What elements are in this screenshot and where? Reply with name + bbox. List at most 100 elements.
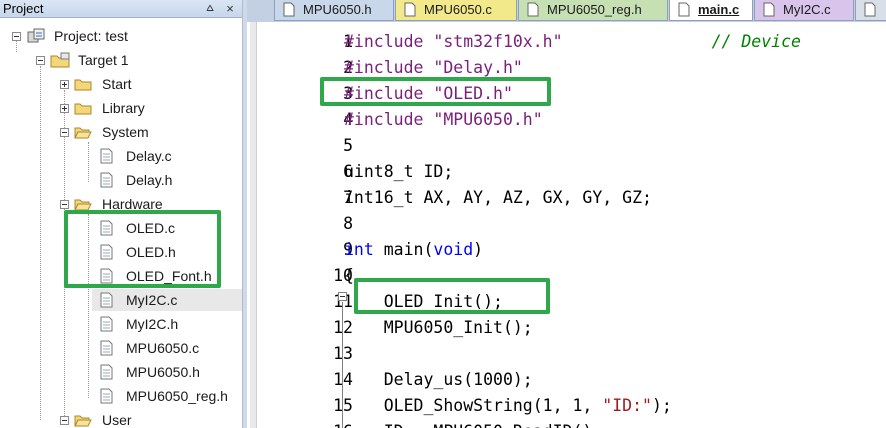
- tab-overflow[interactable]: [855, 0, 886, 21]
- tree-file[interactable]: MPU6050.h: [0, 361, 242, 383]
- tree-file[interactable]: OLED.h: [0, 241, 242, 263]
- file-icon: [100, 268, 113, 284]
- fold-guide: [342, 302, 343, 428]
- code-token: #include: [344, 84, 434, 103]
- tab-mpu6050-c[interactable]: MPU6050.c: [395, 0, 517, 21]
- code-line[interactable]: 9 int main(void): [247, 237, 886, 263]
- tab-main-c[interactable]: main.c: [669, 0, 753, 21]
- tree-group-hardware[interactable]: Hardware: [0, 193, 242, 215]
- collapse-icon[interactable]: [60, 200, 69, 209]
- tree-file-label: OLED.h: [126, 244, 176, 260]
- tree-file-label: MPU6050.h: [126, 364, 200, 380]
- tab-label: MyI2C.c: [783, 2, 831, 17]
- code-line[interactable]: 5: [247, 133, 886, 159]
- code-line[interactable]: 7 int16_t AX, AY, AZ, GX, GY, GZ;: [247, 185, 886, 211]
- tree-file-label: Delay.c: [126, 148, 172, 164]
- tree-group-label: Start: [102, 76, 132, 92]
- code-editor[interactable]: 1 #include "stm32f10x.h" // Device 2 #inclu…: [247, 22, 886, 428]
- fold-collapse-icon[interactable]: [338, 292, 347, 301]
- tree-file-selected[interactable]: MyI2C.c: [92, 289, 242, 311]
- file-icon: [100, 244, 113, 260]
- code-token: OLED_ShowString(1, 1,: [344, 396, 603, 415]
- file-icon: [527, 2, 539, 17]
- pin-icon[interactable]: ⩟: [203, 0, 217, 17]
- tab-label: main.c: [698, 2, 740, 17]
- tab-mpu6050-h[interactable]: MPU6050.h: [274, 0, 394, 21]
- tree-file-label: MPU6050_reg.h: [126, 388, 228, 404]
- code-text: OLED_Init();: [344, 289, 503, 315]
- expand-icon[interactable]: [60, 80, 69, 89]
- tree-target-label: Target 1: [78, 52, 129, 68]
- open-folder-icon: [74, 415, 92, 427]
- tree-root-label: Project: test: [54, 28, 128, 44]
- tab-bar: MPU6050.h MPU6050.c MPU6050_reg.h main.c…: [247, 0, 886, 22]
- code-line[interactable]: 3 #include "OLED.h": [247, 81, 886, 107]
- code-line[interactable]: 4 #include "MPU6050.h": [247, 107, 886, 133]
- file-icon: [100, 292, 113, 308]
- code-text: #include "OLED.h": [344, 81, 513, 107]
- code-line[interactable]: 1 #include "stm32f10x.h" // Device: [247, 29, 886, 55]
- code-token: );: [651, 396, 672, 415]
- code-line[interactable]: 8: [247, 211, 886, 237]
- tree-group-library[interactable]: Library: [0, 97, 242, 119]
- tree-group-label: System: [102, 124, 149, 140]
- tree-file[interactable]: MPU6050.c: [0, 337, 242, 359]
- code-token: ID = MPU6050_ReadID();: [344, 422, 603, 428]
- file-icon: [100, 316, 113, 332]
- folder-icon: [74, 103, 92, 115]
- tree-file[interactable]: OLED.c: [0, 217, 242, 239]
- code-text: int16_t AX, AY, AZ, GX, GY, GZ;: [344, 185, 652, 211]
- code-line[interactable]: 10{: [247, 263, 886, 289]
- collapse-icon[interactable]: [12, 32, 21, 41]
- collapse-icon[interactable]: [36, 56, 45, 65]
- code-token: // Device: [711, 32, 801, 51]
- code-token: "Delay.h": [433, 58, 523, 77]
- code-text: #include "Delay.h": [344, 55, 523, 81]
- tree-group-start[interactable]: Start: [0, 73, 242, 95]
- folder-icon: [74, 79, 92, 91]
- code-text: uint8_t ID;: [344, 159, 453, 185]
- file-icon: [678, 2, 690, 17]
- tree-file-label: OLED_Font.h: [126, 268, 212, 284]
- code-line[interactable]: 6 uint8_t ID;: [247, 159, 886, 185]
- code-token: "stm32f10x.h": [433, 32, 563, 51]
- code-token: #include: [344, 110, 434, 129]
- tree-group-label: User: [102, 412, 132, 428]
- code-text: #include "stm32f10x.h" // Device: [344, 29, 801, 55]
- close-icon[interactable]: ×: [222, 1, 238, 16]
- tree-target[interactable]: Target 1: [0, 49, 242, 71]
- tab-myi2c-c[interactable]: MyI2C.c: [754, 0, 854, 21]
- file-icon: [404, 2, 416, 17]
- file-icon: [100, 172, 113, 188]
- tree-group-system[interactable]: System: [0, 121, 242, 143]
- code-token: #include: [344, 58, 434, 77]
- code-text: OLED_ShowString(1, 1, "ID:");: [344, 393, 672, 419]
- line-number: 8: [343, 214, 353, 233]
- tree-file[interactable]: Delay.h: [0, 169, 242, 191]
- tree-group-label: Hardware: [102, 196, 163, 212]
- file-icon: [100, 148, 113, 164]
- collapse-icon[interactable]: [60, 128, 69, 137]
- tab-label: MPU6050.c: [424, 2, 492, 17]
- project-panel-header: Project ⩟ ×: [0, 0, 242, 18]
- tree-file[interactable]: OLED_Font.h: [0, 265, 242, 287]
- tree-root[interactable]: Project: test: [0, 25, 242, 47]
- collapse-icon[interactable]: [60, 416, 69, 425]
- code-text: MPU6050_Init();: [344, 315, 533, 341]
- tree-file[interactable]: MyI2C.h: [0, 313, 242, 335]
- line-number: 13: [333, 344, 353, 363]
- code-token: void: [433, 240, 474, 259]
- tab-mpu6050-reg-h[interactable]: MPU6050_reg.h: [518, 0, 668, 21]
- code-line[interactable]: 2 #include "Delay.h": [247, 55, 886, 81]
- code-token: "ID:": [602, 396, 652, 415]
- code-token: int16_t AX, AY, AZ, GX, GY, GZ;: [344, 188, 652, 207]
- code-token: uint8_t ID;: [344, 162, 454, 181]
- tree-file[interactable]: Delay.c: [0, 145, 242, 167]
- tree-file[interactable]: MPU6050_reg.h: [0, 385, 242, 407]
- code-token: OLED_Init();: [344, 292, 503, 311]
- code-text: int main(void): [344, 237, 483, 263]
- expand-icon[interactable]: [60, 104, 69, 113]
- tree-group-user[interactable]: User: [0, 409, 242, 428]
- code-token: main(: [373, 240, 434, 259]
